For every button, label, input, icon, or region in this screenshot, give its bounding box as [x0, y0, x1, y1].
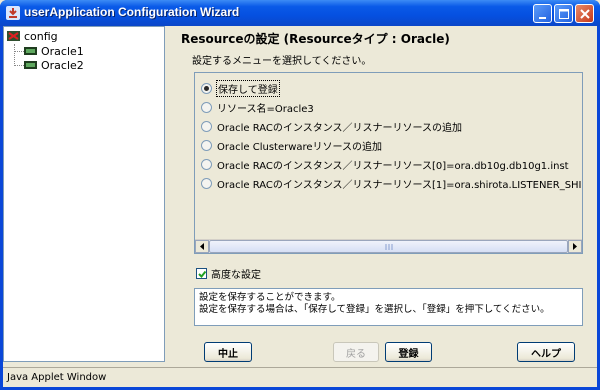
- back-button[interactable]: 戻る: [333, 342, 379, 362]
- resource-icon: [24, 61, 37, 69]
- help-button[interactable]: ヘルプ: [517, 342, 575, 362]
- close-icon: [580, 9, 590, 19]
- grip-icon: [385, 244, 393, 250]
- radio-icon[interactable]: [201, 158, 212, 170]
- tree-connector: [14, 44, 15, 66]
- tree-connector: [14, 51, 24, 52]
- tree-node-label: Oracle1: [41, 44, 84, 58]
- maximize-icon: [559, 9, 569, 19]
- option-rac-resource-1[interactable]: Oracle RACのインスタンス／リスナーリソース[1]=ora.shirot…: [201, 176, 583, 191]
- settings-panel: Resourceの設定 (Resourceタイプ : Oracle) 設定するメ…: [173, 26, 595, 362]
- resource-icon: [24, 47, 37, 55]
- tree-node-label: Oracle2: [41, 58, 84, 72]
- checkbox-checked-icon[interactable]: [196, 267, 207, 279]
- tree-node-oracle1[interactable]: Oracle1: [24, 44, 84, 58]
- radio-icon[interactable]: [201, 139, 212, 151]
- scroll-right-button[interactable]: [568, 240, 582, 253]
- register-button[interactable]: 登録: [385, 342, 432, 362]
- minimize-button[interactable]: [533, 4, 552, 23]
- tree-node-oracle2[interactable]: Oracle2: [24, 58, 84, 72]
- instruction-text: 設定するメニューを選択してください。: [192, 56, 372, 67]
- maximize-button[interactable]: [554, 4, 573, 23]
- description-line: 設定を保存する場合は、「保存して登録」を選択し、「登録」を押下してください。: [199, 304, 550, 315]
- minimize-icon: [539, 17, 546, 19]
- status-bar: Java Applet Window: [3, 367, 597, 387]
- option-label: Oracle Clusterwareリソースの追加: [217, 141, 383, 153]
- option-label: Oracle RACのインスタンス／リスナーリソース[1]=ora.shirot…: [217, 179, 583, 191]
- cancel-button[interactable]: 中止: [204, 342, 252, 362]
- scrollbar-thumb[interactable]: [209, 240, 568, 253]
- close-button[interactable]: [575, 4, 594, 23]
- option-resource-name[interactable]: リソース名=Oracle3: [201, 100, 314, 115]
- menu-options-list: 保存して登録 リソース名=Oracle3 Oracle RACのインスタンス／リ…: [194, 72, 583, 254]
- option-label: リソース名=Oracle3: [217, 103, 314, 115]
- option-label: Oracle RACのインスタンス／リスナーリソース[0]=ora.db10g.…: [217, 160, 569, 172]
- config-icon: [7, 31, 20, 41]
- arrow-right-icon: [573, 243, 577, 250]
- tree-connector: [14, 65, 24, 66]
- radio-icon[interactable]: [201, 177, 212, 189]
- option-add-rac-instance[interactable]: Oracle RACのインスタンス／リスナーリソースの追加: [201, 119, 463, 134]
- scroll-left-button[interactable]: [195, 240, 209, 253]
- java-app-icon: [6, 6, 20, 20]
- tree-node-label: config: [24, 29, 58, 43]
- option-rac-resource-0[interactable]: Oracle RACのインスタンス／リスナーリソース[0]=ora.db10g.…: [201, 157, 569, 172]
- radio-icon[interactable]: [201, 120, 212, 132]
- client-area: config Oracle1 Oracle2 Resourceの設定 (Reso…: [3, 26, 597, 387]
- advanced-settings-checkbox[interactable]: 高度な設定: [196, 266, 261, 281]
- description-area: 設定を保存することができます。 設定を保存する場合は、「保存して登録」を選択し、…: [194, 288, 583, 326]
- horizontal-scrollbar[interactable]: [195, 239, 582, 253]
- description-line: 設定を保存することができます。: [199, 292, 341, 303]
- option-save-and-register[interactable]: 保存して登録: [201, 79, 280, 97]
- radio-selected-icon[interactable]: [201, 82, 212, 94]
- option-add-clusterware[interactable]: Oracle Clusterwareリソースの追加: [201, 138, 383, 153]
- radio-icon[interactable]: [201, 101, 212, 113]
- option-label: Oracle RACのインスタンス／リスナーリソースの追加: [217, 122, 463, 134]
- advanced-settings-label: 高度な設定: [211, 269, 261, 281]
- application-window: userApplication Configuration Wizard con…: [0, 0, 600, 390]
- tree-node-config[interactable]: config: [7, 29, 58, 43]
- arrow-left-icon: [200, 243, 204, 250]
- option-label: 保存して登録: [216, 79, 280, 97]
- window-title: userApplication Configuration Wizard: [24, 5, 240, 19]
- title-bar[interactable]: userApplication Configuration Wizard: [0, 0, 600, 26]
- page-title: Resourceの設定 (Resourceタイプ : Oracle): [181, 32, 450, 46]
- status-text: Java Applet Window: [7, 372, 107, 383]
- resource-tree[interactable]: config Oracle1 Oracle2: [3, 26, 165, 362]
